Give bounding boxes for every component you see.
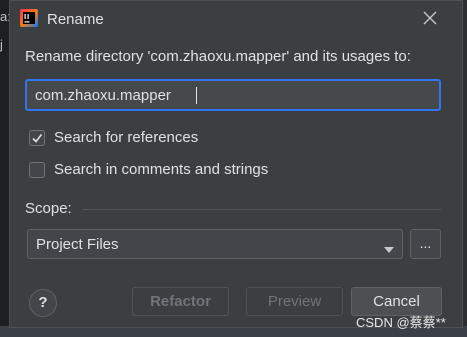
search-comments-option[interactable]: Search in comments and strings xyxy=(29,161,268,178)
watermark-text: CSDN @蔡蔡** xyxy=(356,315,446,330)
new-name-input[interactable] xyxy=(25,79,441,111)
text-caret xyxy=(196,87,197,104)
scope-dropdown[interactable]: Project Files xyxy=(27,229,403,259)
close-icon[interactable] xyxy=(422,10,438,26)
background-text-fragment: j xyxy=(0,37,3,52)
scope-selected-value: Project Files xyxy=(36,236,119,253)
search-references-checkbox[interactable] xyxy=(29,129,45,146)
scope-more-button[interactable]: ... xyxy=(410,229,441,259)
chevron-down-icon xyxy=(383,241,395,253)
rename-description: Rename directory 'com.zhaoxu.mapper' and… xyxy=(25,48,411,65)
search-references-label: Search for references xyxy=(54,129,199,146)
dialog-title: Rename xyxy=(47,11,104,28)
search-comments-label: Search in comments and strings xyxy=(54,161,269,178)
scope-separator xyxy=(83,209,441,210)
search-references-option[interactable]: Search for references xyxy=(29,129,198,146)
scope-label: Scope: xyxy=(25,200,72,217)
refactor-button[interactable]: Refactor xyxy=(132,287,229,316)
question-icon[interactable]: ? xyxy=(29,289,57,317)
preview-button[interactable]: Preview xyxy=(246,287,343,316)
dialog-titlebar: Rename xyxy=(10,1,462,37)
intellij-idea-icon xyxy=(20,9,38,27)
rename-dialog: Rename Rename directory 'com.zhaoxu.mapp… xyxy=(9,0,463,328)
search-comments-checkbox[interactable] xyxy=(29,161,45,178)
checkmark-icon xyxy=(32,133,43,143)
